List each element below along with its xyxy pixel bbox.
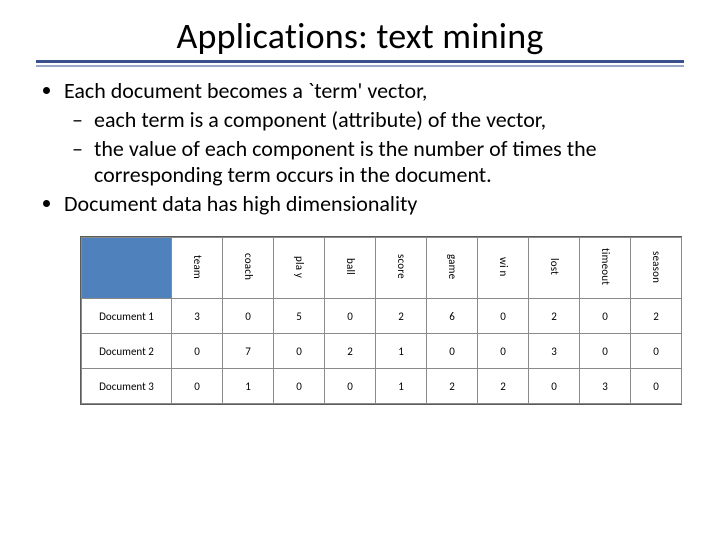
cell: 0 <box>580 334 631 369</box>
column-header: team <box>172 238 223 299</box>
term-label: season <box>650 251 662 283</box>
term-label: lost <box>548 258 560 275</box>
cell: 0 <box>631 369 682 404</box>
column-header: ball <box>325 238 376 299</box>
table-row: Document 3 0 1 0 0 1 2 2 0 3 0 <box>82 369 682 404</box>
column-header: season <box>631 238 682 299</box>
term-label: game <box>446 254 458 279</box>
column-header: timeout <box>580 238 631 299</box>
cell: 3 <box>172 299 223 334</box>
sub-bullet-list: each term is a component (attribute) of … <box>64 107 684 189</box>
sub-bullet-text: the value of each component is the numbe… <box>94 135 597 189</box>
term-label: pla y <box>293 256 305 278</box>
cell: 2 <box>529 299 580 334</box>
cell: 3 <box>529 334 580 369</box>
sub-bullet-text: each term is a component (attribute) of … <box>94 106 546 133</box>
cell: 3 <box>580 369 631 404</box>
bullet-item: Document data has high dimensionality <box>64 191 684 218</box>
cell: 0 <box>172 334 223 369</box>
bullet-item: Each document becomes a `term' vector, e… <box>64 78 684 189</box>
cell: 0 <box>478 334 529 369</box>
cell: 6 <box>427 299 478 334</box>
bullet-text: Each document becomes a `term' vector, <box>64 77 427 104</box>
slide: Applications: text mining Each document … <box>0 0 720 540</box>
cell: 0 <box>223 299 274 334</box>
cell: 0 <box>631 334 682 369</box>
table-corner-cell <box>82 238 172 299</box>
cell: 2 <box>325 334 376 369</box>
term-label: team <box>191 255 203 279</box>
cell: 2 <box>376 299 427 334</box>
data-table: team coach pla y ball score game wi n lo… <box>81 237 682 404</box>
term-label: coach <box>242 253 254 280</box>
slide-title: Applications: text mining <box>36 14 684 58</box>
table-header-row: team coach pla y ball score game wi n lo… <box>82 238 682 299</box>
column-header: lost <box>529 238 580 299</box>
cell: 1 <box>376 334 427 369</box>
column-header: coach <box>223 238 274 299</box>
cell: 1 <box>376 369 427 404</box>
cell: 0 <box>274 369 325 404</box>
cell: 7 <box>223 334 274 369</box>
cell: 0 <box>172 369 223 404</box>
sub-bullet-item: each term is a component (attribute) of … <box>94 107 684 134</box>
table-row: Document 1 3 0 5 0 2 6 0 2 0 2 <box>82 299 682 334</box>
cell: 0 <box>478 299 529 334</box>
cell: 1 <box>223 369 274 404</box>
term-label: score <box>395 254 407 279</box>
column-header: score <box>376 238 427 299</box>
cell: 2 <box>631 299 682 334</box>
column-header: pla y <box>274 238 325 299</box>
row-header: Document 3 <box>82 369 172 404</box>
cell: 0 <box>580 299 631 334</box>
cell: 0 <box>274 334 325 369</box>
cell: 5 <box>274 299 325 334</box>
term-label: timeout <box>599 248 611 285</box>
sub-bullet-item: the value of each component is the numbe… <box>94 136 684 190</box>
cell: 2 <box>427 369 478 404</box>
term-label: wi n <box>497 257 509 276</box>
column-header: game <box>427 238 478 299</box>
bullet-list: Each document becomes a `term' vector, e… <box>36 78 684 218</box>
cell: 0 <box>325 369 376 404</box>
table-row: Document 2 0 7 0 2 1 0 0 3 0 0 <box>82 334 682 369</box>
cell: 0 <box>529 369 580 404</box>
term-document-table: team coach pla y ball score game wi n lo… <box>80 236 682 405</box>
title-underline <box>36 60 684 68</box>
row-header: Document 2 <box>82 334 172 369</box>
cell: 2 <box>478 369 529 404</box>
column-header: wi n <box>478 238 529 299</box>
cell: 0 <box>325 299 376 334</box>
row-header: Document 1 <box>82 299 172 334</box>
cell: 0 <box>427 334 478 369</box>
term-label: ball <box>344 258 356 275</box>
bullet-text: Document data has high dimensionality <box>64 190 417 217</box>
